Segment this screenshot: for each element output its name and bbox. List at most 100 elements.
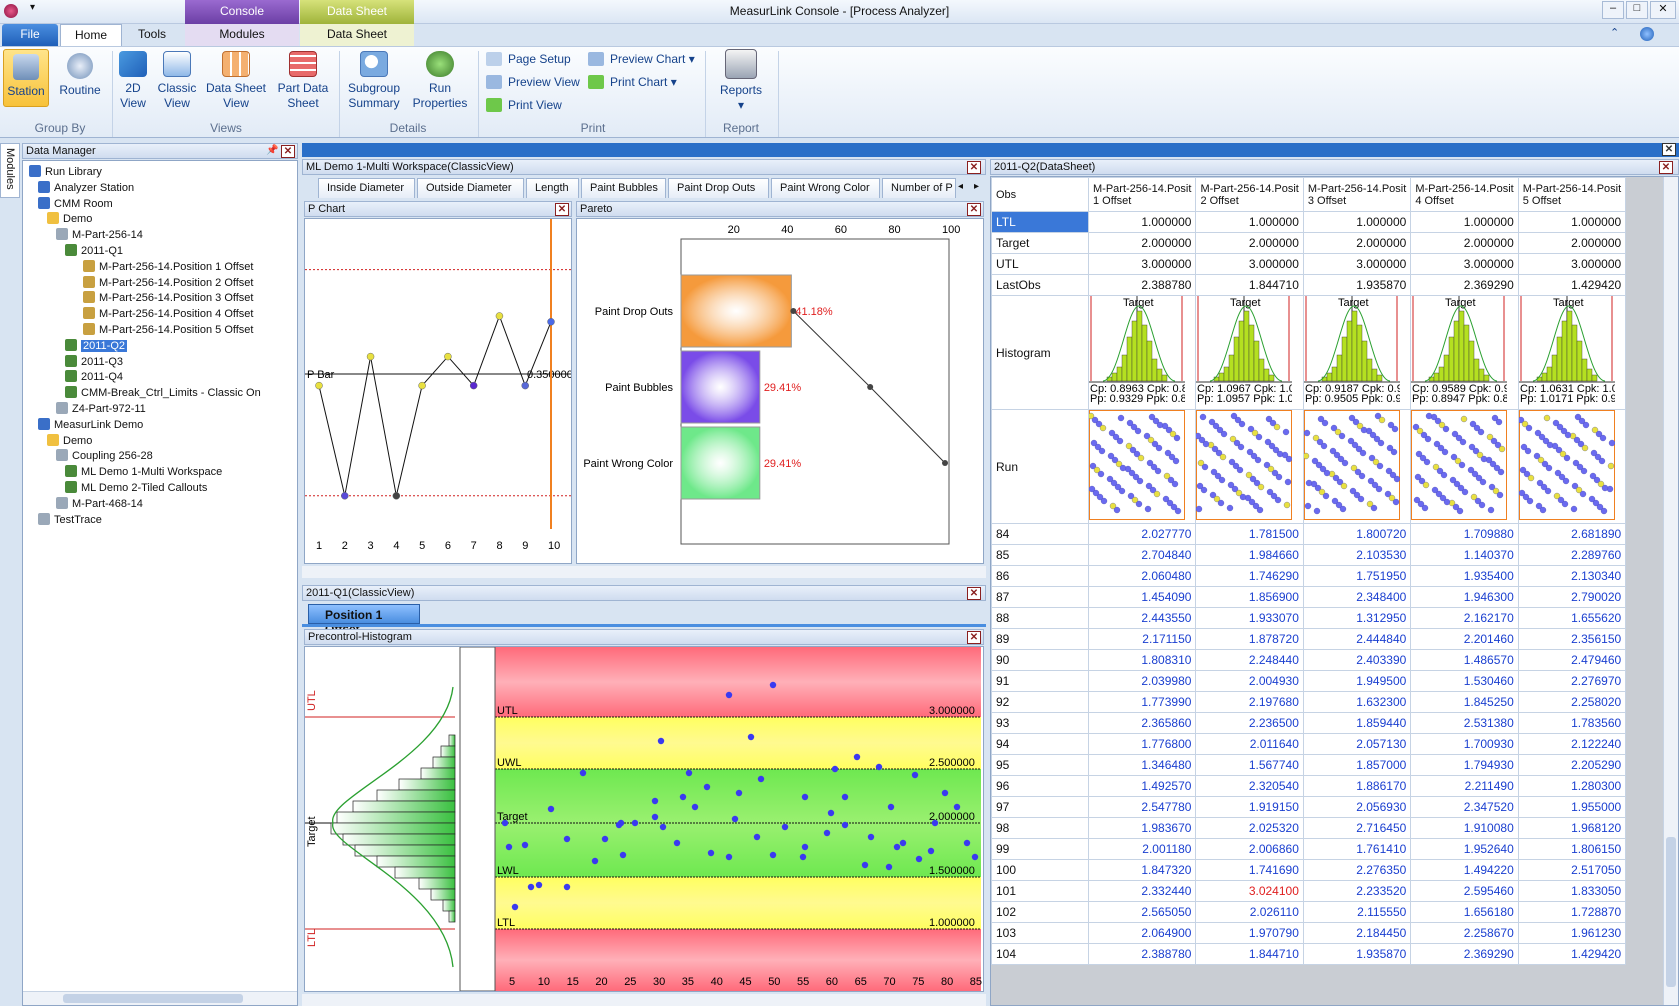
- data-cell[interactable]: 2.027770: [1087, 523, 1197, 545]
- data-cell[interactable]: 1.530460: [1410, 670, 1519, 692]
- workspace-tab[interactable]: Outside Diameter: [417, 178, 524, 198]
- data-cell[interactable]: 2.001180: [1087, 838, 1197, 860]
- data-cell[interactable]: 2.060480: [1087, 565, 1197, 587]
- tree-item[interactable]: 2011-Q2: [65, 338, 127, 353]
- tree-item[interactable]: CMM Room: [38, 196, 113, 211]
- workspace-hscroll[interactable]: [302, 566, 986, 578]
- run-cell[interactable]: [1410, 409, 1519, 524]
- tab-position-1-offset[interactable]: Position 1 Offset: [308, 604, 420, 636]
- tree-item[interactable]: Run Library: [29, 165, 102, 179]
- data-cell[interactable]: 1.949500: [1302, 670, 1412, 692]
- stat-cell[interactable]: 2.000000: [1517, 232, 1627, 254]
- data-cell[interactable]: 2.369290: [1410, 943, 1519, 965]
- data-cell[interactable]: 2.517050: [1517, 859, 1627, 881]
- tree-item[interactable]: Demo: [47, 433, 92, 448]
- data-cell[interactable]: 95: [991, 754, 1089, 776]
- column-header[interactable]: M-Part-256-14.Posit 5 Offset: [1517, 177, 1627, 212]
- page-setup-button[interactable]: Page Setup: [486, 49, 571, 69]
- data-cell[interactable]: 1.983670: [1087, 817, 1197, 839]
- data-cell[interactable]: 1.856900: [1195, 586, 1304, 608]
- scrollbar-thumb[interactable]: [1666, 837, 1676, 987]
- data-cell[interactable]: 86: [991, 565, 1089, 587]
- ribbon-collapse-icon[interactable]: ⌃: [1610, 26, 1619, 39]
- data-cell[interactable]: 2.258020: [1517, 691, 1627, 713]
- histogram-cell[interactable]: TargetCp: 1.0631 Cpk: 1.0409618Pp: 1.017…: [1517, 295, 1654, 410]
- stat-cell[interactable]: 1.000000: [1410, 211, 1519, 233]
- column-header[interactable]: M-Part-256-14.Posit 2 Offset: [1195, 177, 1304, 212]
- data-cell[interactable]: 89: [991, 628, 1089, 650]
- data-cell[interactable]: 88: [991, 607, 1089, 629]
- data-cell[interactable]: 3.024100: [1195, 880, 1304, 902]
- tab-file[interactable]: File: [2, 24, 58, 46]
- data-cell[interactable]: 1.886170: [1302, 775, 1412, 797]
- workspace-tab[interactable]: Inside Diameter: [318, 178, 415, 198]
- data-cell[interactable]: 2.197680: [1195, 691, 1304, 713]
- stat-cell[interactable]: 1.429420: [1517, 274, 1627, 296]
- data-cell[interactable]: 85: [991, 544, 1089, 566]
- vertical-scrollbar[interactable]: [1663, 177, 1678, 1005]
- data-cell[interactable]: 1.494220: [1410, 859, 1519, 881]
- data-cell[interactable]: 1.741690: [1195, 859, 1304, 881]
- data-cell[interactable]: 2.011640: [1195, 733, 1304, 755]
- data-cell[interactable]: 1.140370: [1410, 544, 1519, 566]
- data-cell[interactable]: 97: [991, 796, 1089, 818]
- tree-item[interactable]: M-Part-256-14.Position 2 Offset: [83, 275, 253, 290]
- data-cell[interactable]: 1.955000: [1517, 796, 1627, 818]
- data-cell[interactable]: 2.403390: [1302, 649, 1412, 671]
- data-cell[interactable]: 1.984660: [1195, 544, 1304, 566]
- workspace-tab[interactable]: Paint Drop Outs: [668, 178, 769, 198]
- histogram-cell[interactable]: TargetCp: 0.8963 Cpk: 0.8490969Pp: 0.932…: [1087, 295, 1225, 410]
- histogram-cell[interactable]: TargetCp: 0.9187 Cpk: 0.9049949Pp: 0.950…: [1302, 295, 1439, 410]
- stat-cell[interactable]: 3.000000: [1410, 253, 1519, 275]
- stat-cell[interactable]: 3.000000: [1087, 253, 1197, 275]
- stat-cell[interactable]: 2.388780: [1087, 274, 1197, 296]
- stat-cell[interactable]: 1.000000: [1195, 211, 1304, 233]
- stat-cell[interactable]: 1.935870: [1302, 274, 1412, 296]
- stat-cell[interactable]: 3.000000: [1517, 253, 1627, 275]
- tab-scroll-left-icon[interactable]: ◂: [958, 181, 963, 192]
- tree-item[interactable]: 2011-Q1: [65, 244, 123, 258]
- data-sheet-view-button[interactable]: Data Sheet View: [205, 51, 267, 111]
- data-cell[interactable]: 1.346480: [1087, 754, 1197, 776]
- workspace-tab[interactable]: Length: [526, 178, 579, 198]
- data-cell[interactable]: 1.935400: [1410, 565, 1519, 587]
- data-cell[interactable]: 2.171150: [1087, 628, 1197, 650]
- tree-item[interactable]: ML Demo 2-Tiled Callouts: [65, 481, 207, 495]
- stat-cell[interactable]: 3.000000: [1302, 253, 1412, 275]
- stat-cell[interactable]: 3.000000: [1195, 253, 1304, 275]
- data-cell[interactable]: 2.115550: [1302, 901, 1412, 923]
- data-cell[interactable]: 91: [991, 670, 1089, 692]
- data-cell[interactable]: 2.790020: [1517, 586, 1627, 608]
- data-cell[interactable]: 1.878720: [1195, 628, 1304, 650]
- data-cell[interactable]: 1.486570: [1410, 649, 1519, 671]
- data-cell[interactable]: 2.025320: [1195, 817, 1304, 839]
- stat-cell[interactable]: 1.000000: [1517, 211, 1627, 233]
- workspace-tab[interactable]: Paint Wrong Color: [771, 178, 880, 198]
- data-cell[interactable]: 2.162170: [1410, 607, 1519, 629]
- stat-cell[interactable]: LTL: [991, 211, 1089, 233]
- data-cell[interactable]: 1.429420: [1517, 943, 1627, 965]
- routine-button[interactable]: Routine: [55, 53, 105, 98]
- horizontal-scrollbar[interactable]: [23, 991, 297, 1005]
- modules-side-tab[interactable]: Modules: [0, 143, 20, 198]
- data-cell[interactable]: 1.933070: [1195, 607, 1304, 629]
- tab-scroll-right-icon[interactable]: ▸: [974, 181, 979, 192]
- histogram-cell[interactable]: TargetCp: 0.9589 Cpk: 0.9571640Pp: 0.894…: [1410, 295, 1547, 410]
- data-cell[interactable]: 1.567740: [1195, 754, 1304, 776]
- tree-item[interactable]: M-Part-256-14.Position 1 Offset: [83, 259, 253, 274]
- data-cell[interactable]: 2.039980: [1087, 670, 1197, 692]
- data-cell[interactable]: 90: [991, 649, 1089, 671]
- data-cell[interactable]: 2.211490: [1410, 775, 1519, 797]
- station-button[interactable]: Station: [3, 49, 49, 107]
- stat-cell[interactable]: LastObs: [991, 274, 1089, 296]
- data-cell[interactable]: 1.919150: [1195, 796, 1304, 818]
- stat-cell[interactable]: 2.369290: [1410, 274, 1519, 296]
- data-cell[interactable]: 1.280300: [1517, 775, 1627, 797]
- tree-item[interactable]: Z4-Part-972-11: [56, 402, 146, 416]
- print-view-button[interactable]: Print View: [486, 95, 562, 115]
- close-classic-view-button[interactable]: ✕: [967, 587, 981, 600]
- close-datasheet-button[interactable]: ✕: [1659, 161, 1673, 174]
- data-cell[interactable]: 2.057130: [1302, 733, 1412, 755]
- minimize-button[interactable]: –: [1602, 1, 1624, 19]
- data-cell[interactable]: 1.800720: [1302, 523, 1412, 545]
